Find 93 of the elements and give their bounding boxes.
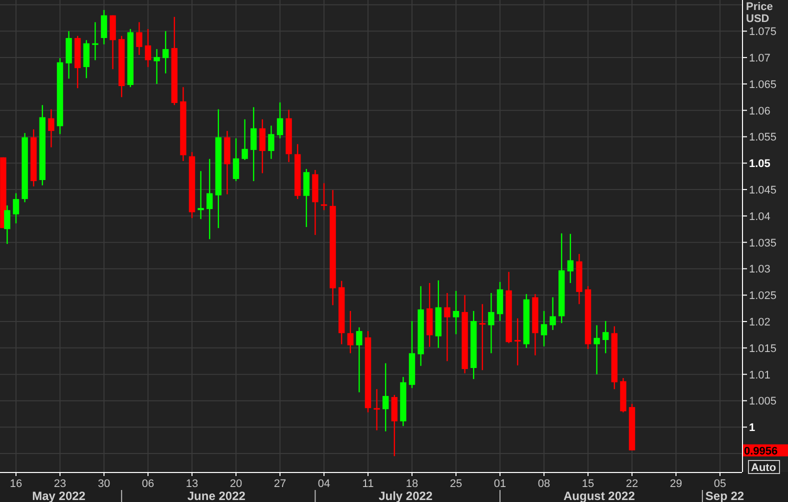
candle — [602, 321, 609, 354]
candle — [479, 304, 486, 370]
candle — [118, 36, 125, 98]
axis-tick-label: 25 — [450, 478, 462, 490]
candle — [567, 234, 574, 283]
candle — [532, 294, 538, 356]
candle — [452, 290, 460, 334]
candle — [144, 29, 152, 68]
axis-tick-label: 1.025 — [749, 290, 777, 302]
axis-tick-label: 1.07 — [749, 52, 770, 65]
candle — [276, 102, 284, 138]
axis-tick-label: 1.03 — [749, 264, 770, 276]
candle — [488, 293, 494, 354]
candle — [444, 293, 450, 362]
axis-tick-label: 1.015 — [749, 342, 777, 355]
axis-tick-label: 1.02 — [749, 316, 770, 329]
candle — [74, 36, 81, 88]
axis-tick-label: 1.075 — [749, 26, 777, 38]
candle — [540, 310, 548, 346]
candle — [188, 152, 196, 218]
axis-tick-label: 1.05 — [749, 158, 770, 170]
candle — [374, 389, 380, 430]
candle — [154, 49, 160, 84]
axis-tick-label: 15 — [582, 478, 594, 490]
axis-tick-label: 1.035 — [749, 237, 777, 250]
candle — [83, 40, 90, 78]
axis-tick-label: 1.04 — [749, 210, 770, 223]
candle — [611, 326, 618, 390]
candle — [435, 280, 442, 348]
candle — [22, 133, 28, 202]
axis-tick-label: 18 — [406, 478, 418, 490]
axis-tick-label: 11 — [362, 478, 374, 490]
axis-tick-label: 27 — [274, 478, 286, 490]
candle — [312, 170, 318, 235]
axis-unit-label: USD — [746, 13, 770, 25]
candle — [356, 327, 362, 392]
axis-tick-label: 13 — [186, 478, 198, 490]
candle — [259, 119, 266, 174]
candle — [66, 31, 72, 79]
candle — [286, 110, 292, 162]
candle — [303, 168, 310, 228]
candle — [92, 22, 98, 60]
axis-tick-label: 1.005 — [749, 396, 777, 408]
candle — [576, 254, 582, 304]
candle — [162, 31, 169, 74]
axis-tick-label: 1.01 — [749, 369, 770, 382]
candle — [408, 321, 416, 388]
month-label: June 2022 — [187, 489, 246, 502]
candle — [232, 138, 240, 182]
axis-tick-label: 1 — [749, 422, 756, 434]
candle — [48, 109, 54, 148]
candle — [550, 297, 556, 330]
candle — [391, 394, 398, 456]
axis-tick-label: 05 — [714, 478, 726, 490]
candle — [268, 126, 274, 159]
candle — [347, 310, 354, 354]
axis-tick-label: 16 — [10, 478, 22, 490]
axis-tick-label: 22 — [626, 478, 638, 490]
candle — [620, 378, 626, 412]
candle — [320, 183, 328, 210]
candle — [470, 310, 477, 380]
candle — [506, 272, 512, 344]
axis-tick-label: 01 — [494, 478, 506, 490]
candle — [382, 363, 389, 432]
candle — [12, 193, 20, 224]
candle — [136, 22, 142, 55]
candle — [338, 280, 345, 344]
axis-tick-label: 1.055 — [749, 132, 777, 144]
candle — [426, 283, 433, 347]
axis-tick-label: 29 — [670, 478, 682, 490]
axis-tick-label: 1.065 — [749, 78, 777, 91]
candle — [242, 119, 248, 160]
axis-tick-label: 20 — [230, 478, 242, 490]
axis-tick-label: 08 — [538, 478, 550, 490]
candle — [224, 130, 230, 194]
candle — [514, 318, 521, 366]
candle — [400, 376, 406, 426]
candle — [110, 15, 116, 70]
candle — [294, 144, 301, 200]
axis-unit-label: Price — [746, 1, 773, 13]
axis-tick-label: 1.06 — [749, 105, 770, 118]
axis-tick-label: 06 — [142, 478, 154, 490]
candle — [496, 282, 504, 321]
last-price-badge: 0.9956 — [743, 444, 788, 458]
candle — [198, 171, 204, 220]
axis-tick-label: 30 — [98, 478, 110, 490]
candle — [30, 129, 37, 186]
axis-tick-label: 23 — [54, 478, 66, 490]
auto-button[interactable]: Auto — [748, 460, 780, 474]
axis-tick-label: 04 — [318, 478, 330, 490]
candle — [594, 325, 600, 374]
axis-tick-label: 1.045 — [749, 184, 777, 197]
candle — [100, 10, 108, 44]
